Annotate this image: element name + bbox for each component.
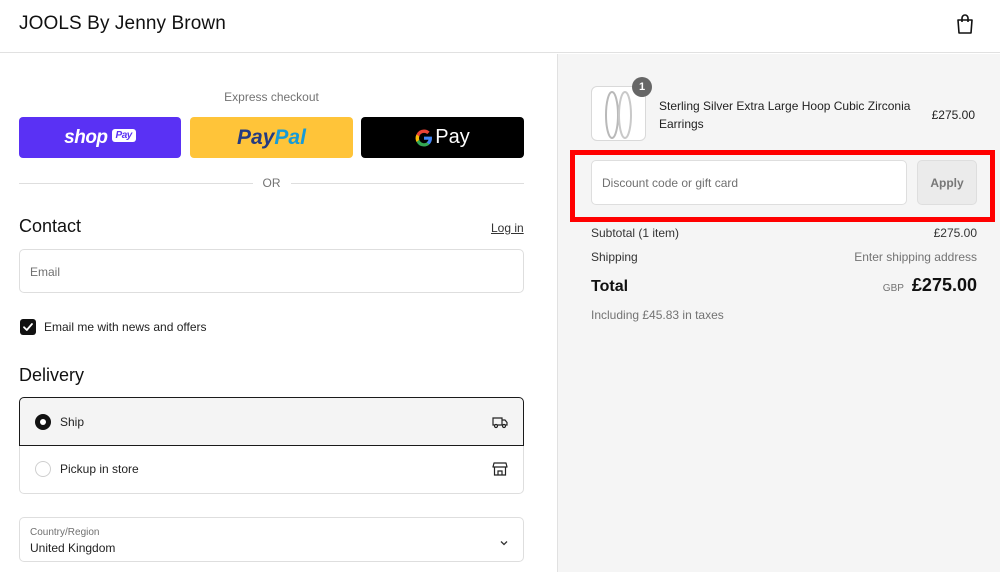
quantity-badge: 1 [632,77,652,97]
chevron-down-icon [499,535,509,546]
discount-placeholder: Discount code or gift card [602,176,739,190]
subtotal-value: £275.00 [933,226,977,240]
newsletter-label: Email me with news and offers [44,320,207,334]
or-divider: OR [19,176,524,190]
shop-pay-logo: shop Pay [64,127,136,149]
ship-radio[interactable] [35,414,51,430]
taxes-note: Including £45.83 in taxes [591,308,724,322]
ship-label: Ship [60,415,85,429]
checkout-form: Express checkout shop Pay PayPal Pay OR C… [0,54,557,572]
shipping-label: Shipping [591,250,638,264]
store-icon [492,461,508,477]
ship-option[interactable]: Ship [19,397,524,446]
truck-icon [492,414,508,430]
currency-code: GBP [882,283,904,294]
subtotal-label: Subtotal (1 item) [591,226,680,240]
shop-pay-button[interactable]: shop Pay [19,117,181,158]
pickup-radio[interactable] [35,461,51,477]
paypal-button[interactable]: PayPal [190,117,353,158]
product-name: Sterling Silver Extra Large Hoop Cubic Z… [659,99,911,131]
discount-code-input[interactable]: Discount code or gift card [591,160,907,205]
total-label: Total [591,278,629,295]
shopping-bag-icon[interactable] [955,13,975,35]
country-select[interactable]: Country/Region United Kingdom [19,517,524,562]
delivery-method-group: Ship Pickup in store [19,397,524,495]
checkmark-icon [23,323,33,331]
contact-heading: Contact [19,216,82,236]
google-pay-logo: Pay [415,126,470,149]
paypal-logo: PayPal [237,125,306,149]
apply-discount-button[interactable]: Apply [917,160,977,205]
express-checkout-label: Express checkout [224,90,319,104]
subtotal-row: Subtotal (1 item) £275.00 [591,226,977,240]
store-name[interactable]: JOOLS By Jenny Brown [19,13,226,35]
shipping-row: Shipping Enter shipping address [591,250,977,264]
product-price: £275.00 [931,108,975,122]
pickup-option[interactable]: Pickup in store [19,445,524,494]
country-value: United Kingdom [30,541,116,555]
page-header: JOOLS By Jenny Brown [0,0,1000,53]
country-label: Country/Region [30,527,100,538]
delivery-heading: Delivery [19,365,85,385]
shipping-value: Enter shipping address [854,250,977,264]
email-placeholder: Email [30,265,61,279]
login-link[interactable]: Log in [491,221,524,235]
newsletter-checkbox[interactable] [20,319,36,335]
google-pay-button[interactable]: Pay [361,117,524,158]
google-g-icon [415,129,433,146]
total-row: Total GBP £275.00 [591,275,977,296]
order-summary: 1 Sterling Silver Extra Large Hoop Cubic… [557,54,1000,572]
total-value: £275.00 [911,275,977,295]
email-field[interactable]: Email [19,249,524,293]
pickup-label: Pickup in store [60,462,139,476]
